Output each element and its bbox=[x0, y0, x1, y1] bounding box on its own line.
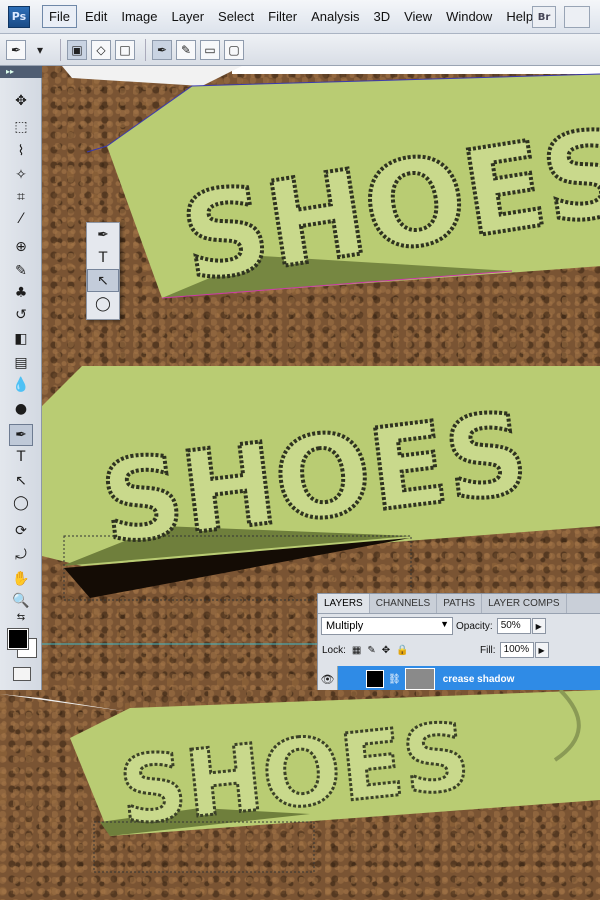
foreground-color-swatch[interactable] bbox=[7, 628, 29, 650]
eye-icon[interactable]: 👁 bbox=[318, 666, 338, 692]
move-tool-icon[interactable]: ✥ bbox=[9, 90, 33, 112]
menu-file[interactable]: File bbox=[42, 5, 77, 28]
fill-input[interactable]: 100% bbox=[499, 642, 534, 658]
lock-position-icon[interactable]: ✥ bbox=[382, 645, 390, 656]
history-brush-icon[interactable]: ↺ bbox=[9, 304, 33, 326]
fill-label: Fill: bbox=[480, 644, 496, 656]
blend-mode-select[interactable]: Multiply ▼ bbox=[321, 617, 453, 635]
pen-tool-option-icon[interactable]: ✒ bbox=[152, 39, 172, 60]
3d-rotate-icon[interactable]: ⟳ bbox=[9, 520, 33, 542]
menu-filter[interactable]: Filter bbox=[262, 6, 303, 27]
opacity-row: Opacity: 50% ▶ bbox=[456, 617, 546, 635]
menu-select[interactable]: Select bbox=[212, 6, 260, 27]
brush-tool-icon[interactable]: ✎ bbox=[9, 260, 33, 282]
fill-pixels-icon[interactable]: □ bbox=[115, 39, 135, 60]
rectangle-shape-icon[interactable]: ▭ bbox=[200, 39, 220, 60]
paper-edge bbox=[62, 66, 242, 86]
photoshop-window: Ps File Edit Image Layer Select Filter A… bbox=[0, 0, 600, 900]
hand-tool-icon[interactable]: ✋ bbox=[9, 568, 33, 590]
magic-wand-icon[interactable]: ✧ bbox=[9, 164, 33, 186]
freeform-pen-icon[interactable]: ✎ bbox=[176, 39, 196, 60]
crop-tool-icon[interactable]: ⌗ bbox=[9, 186, 33, 208]
menu-edit[interactable]: Edit bbox=[79, 6, 113, 27]
bridge-button[interactable]: Br bbox=[532, 6, 556, 28]
3d-orbit-icon[interactable]: ⤾ bbox=[9, 544, 33, 566]
options-separator bbox=[60, 38, 61, 61]
layers-panel: LAYERS CHANNELS PATHS LAYER COMPS Multip… bbox=[317, 593, 600, 692]
type-icon[interactable]: T bbox=[87, 246, 119, 269]
paper-edge bbox=[232, 66, 600, 74]
layer-name: crease shadow bbox=[442, 673, 515, 685]
layer-row-crease-shadow[interactable]: 👁 ⛓ crease shadow bbox=[318, 666, 600, 692]
blur-tool-icon[interactable]: 💧 bbox=[9, 374, 33, 396]
healing-brush-icon[interactable]: ⊕ bbox=[9, 236, 33, 258]
tab-paths[interactable]: PATHS bbox=[437, 594, 483, 613]
sign-artwork-bottom: SHOES bbox=[0, 690, 600, 873]
layers-panel-tabs: LAYERS CHANNELS PATHS LAYER COMPS bbox=[318, 594, 600, 614]
menu-bar: Ps File Edit Image Layer Select Filter A… bbox=[0, 0, 600, 34]
tools-panel: ✥ ⬚ ⌇ ✧ ⌗ ⁄ ⊕ ✎ ♣ ↺ ◧ ▤ 💧 ● ✒ T ↖ ◯ ⟳ ⤾ … bbox=[0, 78, 42, 690]
zoom-tool-icon[interactable]: 🔍 bbox=[9, 590, 33, 612]
paper-edge bbox=[0, 694, 130, 712]
rounded-rectangle-icon[interactable]: ▢ bbox=[224, 39, 244, 60]
clone-stamp-icon[interactable]: ♣ bbox=[9, 282, 33, 304]
options-bar: ✒ ▾ ▣ ◇ □ ✒ ✎ ▭ ▢ bbox=[0, 34, 600, 66]
vector-mask-thumbnail[interactable] bbox=[404, 668, 435, 690]
menu-layer[interactable]: Layer bbox=[166, 6, 211, 27]
direct-select-icon[interactable]: ↖ bbox=[87, 269, 119, 292]
type-tool-icon[interactable]: T bbox=[9, 446, 33, 468]
tab-layers[interactable]: LAYERS bbox=[318, 594, 370, 613]
lock-label: Lock: bbox=[322, 644, 346, 656]
menu-analysis[interactable]: Analysis bbox=[305, 6, 365, 27]
options-separator bbox=[145, 38, 146, 61]
menu-window[interactable]: Window bbox=[440, 6, 498, 27]
shape-tool-icon[interactable]: ◯ bbox=[9, 492, 33, 514]
pen-preset-icon[interactable]: ✒ bbox=[6, 39, 26, 60]
marquee-tool-icon[interactable]: ⬚ bbox=[9, 116, 33, 138]
canvas-panel-top[interactable]: SHOES ✒ T ↖ ◯ bbox=[42, 66, 600, 366]
fill-row: Fill: 100% ▶ bbox=[480, 641, 549, 659]
tools-panel-header[interactable]: ▸▸ bbox=[0, 66, 42, 78]
photoshop-logo: Ps bbox=[8, 5, 30, 28]
lock-all-icon[interactable]: 🔒 bbox=[396, 645, 408, 656]
menu-3d[interactable]: 3D bbox=[367, 6, 396, 27]
path-selection-icon[interactable]: ↖ bbox=[9, 470, 33, 492]
tool-flyout: ✒ T ↖ ◯ bbox=[86, 222, 120, 320]
blend-mode-value: Multiply bbox=[326, 620, 364, 632]
swap-colors-icon[interactable]: ⇆ bbox=[9, 610, 33, 624]
fill-slider-arrow-icon[interactable]: ▶ bbox=[534, 642, 549, 658]
shape-layers-icon[interactable]: ▣ bbox=[67, 39, 87, 60]
chevron-down-icon: ▼ bbox=[440, 619, 449, 629]
dodge-tool-icon[interactable]: ● bbox=[9, 398, 33, 420]
menu-view[interactable]: View bbox=[398, 6, 438, 27]
opacity-slider-arrow-icon[interactable]: ▶ bbox=[531, 618, 546, 634]
opacity-input[interactable]: 50% bbox=[496, 618, 531, 634]
lock-row: Lock: ▦ ✎ ✥ 🔒 bbox=[322, 641, 409, 659]
pen-icon[interactable]: ✒ bbox=[87, 223, 119, 246]
tab-layer-comps[interactable]: LAYER COMPS bbox=[482, 594, 567, 613]
lasso-tool-icon[interactable]: ⌇ bbox=[9, 140, 33, 162]
sign-artwork-top: SHOES bbox=[62, 66, 600, 310]
workspace-button[interactable] bbox=[564, 6, 590, 28]
opacity-label: Opacity: bbox=[456, 620, 493, 632]
gradient-tool-icon[interactable]: ▤ bbox=[9, 352, 33, 374]
link-chain-icon[interactable]: ⛓ bbox=[388, 674, 401, 685]
menu-image[interactable]: Image bbox=[115, 6, 163, 27]
tab-channels[interactable]: CHANNELS bbox=[370, 594, 438, 613]
layer-thumbnail bbox=[366, 670, 384, 688]
eyedropper-tool-icon[interactable]: ⁄ bbox=[9, 208, 33, 230]
canvas-panel-bottom[interactable]: SHOES bbox=[0, 690, 600, 900]
pen-tool-icon[interactable]: ✒ bbox=[9, 424, 33, 446]
lock-image-icon[interactable]: ✎ bbox=[367, 645, 375, 656]
eraser-tool-icon[interactable]: ◧ bbox=[9, 328, 33, 350]
paths-mode-icon[interactable]: ◇ bbox=[91, 39, 111, 60]
dropdown-arrow-icon[interactable]: ▾ bbox=[30, 40, 50, 60]
ellipse-icon[interactable]: ◯ bbox=[87, 292, 119, 315]
quick-mask-icon[interactable] bbox=[13, 667, 31, 681]
lock-transparent-icon[interactable]: ▦ bbox=[352, 645, 361, 656]
